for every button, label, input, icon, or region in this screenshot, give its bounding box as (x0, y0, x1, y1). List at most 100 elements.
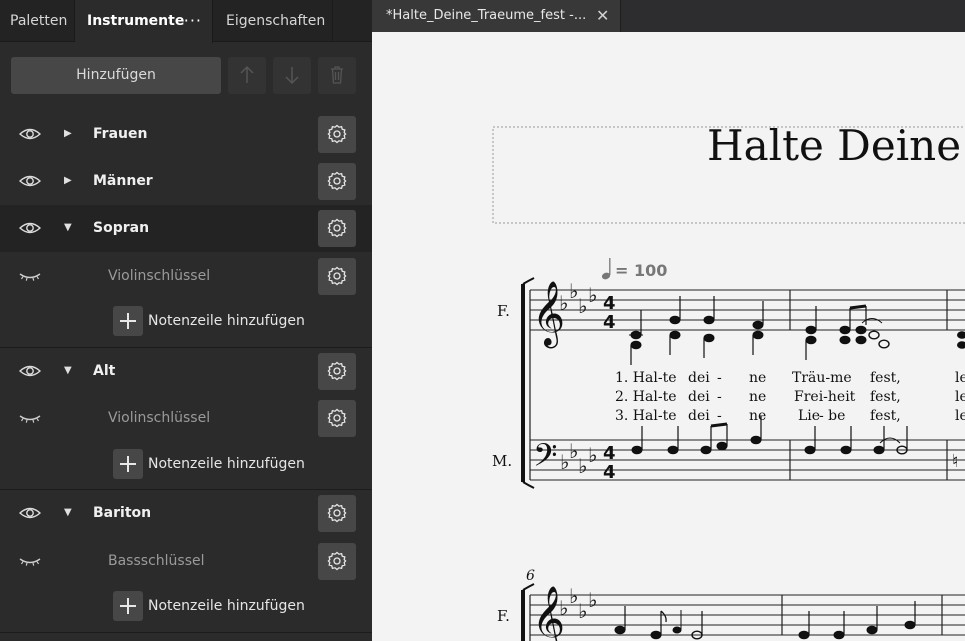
svg-text:ne: ne (749, 408, 766, 424)
eye-visible-icon[interactable] (19, 172, 41, 190)
panel-tab-bar: Paletten Instrumente ··· Eigenschaften (0, 0, 372, 43)
collapse-arrow-icon[interactable]: ▼ (64, 504, 72, 522)
gear-icon (327, 408, 347, 428)
plus-icon (113, 591, 143, 621)
instruments-toolbar: Hinzufügen (0, 42, 372, 108)
svg-text:♭: ♭ (578, 599, 587, 623)
instrument-name: Männer (93, 173, 153, 189)
svg-text:-: - (717, 408, 722, 424)
staff-settings-button[interactable] (318, 258, 356, 295)
staff-row-sopran-treble[interactable]: Violinschlüssel (0, 253, 372, 300)
instrument-name: Bariton (93, 505, 152, 521)
delete-button[interactable] (318, 57, 356, 94)
svg-text:4: 4 (603, 312, 616, 333)
instrument-name: Sopran (93, 220, 150, 236)
tab-instruments-label: Instrumente (87, 13, 185, 29)
svg-text:4: 4 (603, 443, 616, 464)
instrument-settings-button[interactable] (318, 116, 356, 153)
instrument-row-sopran[interactable]: ▼ Sopran (0, 205, 372, 252)
instrument-row-frauen[interactable]: ▶ Frauen (0, 111, 372, 158)
add-staff-row-sopran: Notenzeile hinzufügen (0, 300, 372, 347)
score-title[interactable]: Halte Deine T (707, 121, 965, 170)
score-page: Halte Deine T = 100 F. M. (492, 121, 965, 641)
notes-frauen-m2[interactable] (805, 304, 890, 360)
notes-frauen-m3[interactable] (957, 331, 965, 349)
svg-text:Träu-me: Träu-me (792, 370, 852, 386)
add-staff-row-alt: Notenzeile hinzufügen (0, 443, 372, 490)
time-signature[interactable]: 44 (603, 293, 616, 333)
eye-hidden-icon[interactable] (19, 552, 41, 570)
instrument-row-alt[interactable]: ▼ Alt (0, 348, 372, 395)
instrument-name: Frauen (93, 126, 148, 142)
add-staff-label: Notenzeile hinzufügen (148, 598, 305, 614)
staff-row-bariton-bass[interactable]: Bassschlüssel (0, 538, 372, 585)
svg-text:dei: dei (688, 408, 710, 424)
gear-icon (327, 218, 347, 238)
move-down-button[interactable] (273, 57, 311, 94)
svg-text:1. Hal-te: 1. Hal-te (615, 370, 676, 386)
collapse-arrow-icon[interactable]: ▼ (64, 219, 72, 237)
eye-visible-icon[interactable] (19, 125, 41, 143)
score-canvas[interactable]: Halte Deine T = 100 F. M. (372, 32, 965, 641)
collapse-arrow-icon[interactable]: ▼ (64, 362, 72, 380)
staff-name: Violinschlüssel (108, 268, 211, 284)
gear-icon (327, 361, 347, 381)
eye-visible-icon[interactable] (19, 362, 41, 380)
lyrics[interactable]: 1. Hal-te dei - ne Träu-me fest, le 2. H… (615, 370, 965, 424)
tempo-text: = 100 (615, 261, 667, 280)
score-tab-title: *Halte_Deine_Traeume_fest -... (386, 8, 587, 23)
svg-text:ne: ne (749, 389, 766, 405)
instrument-row-maenner[interactable]: ▶ Männer (0, 158, 372, 205)
add-staff-row-bariton: Notenzeile hinzufügen (0, 585, 372, 632)
instrument-settings-button[interactable] (318, 210, 356, 247)
eye-visible-icon[interactable] (19, 504, 41, 522)
staff-label-frauen[interactable]: F. (497, 302, 510, 320)
svg-text:4: 4 (603, 293, 616, 314)
instrument-settings-button[interactable] (318, 163, 356, 200)
close-icon[interactable]: ✕ (596, 0, 609, 31)
svg-text:le: le (955, 370, 965, 386)
svg-text:le: le (955, 389, 965, 405)
add-instrument-button[interactable]: Hinzufügen (11, 57, 221, 94)
move-up-button[interactable] (228, 57, 266, 94)
tab-palettes[interactable]: Paletten (0, 0, 75, 42)
gear-icon (327, 551, 347, 571)
plus-icon (113, 306, 143, 336)
svg-text:3. Hal-te: 3. Hal-te (615, 408, 676, 424)
eye-visible-icon[interactable] (19, 219, 41, 237)
staff-label-maenner[interactable]: M. (492, 452, 512, 470)
instrument-settings-button[interactable] (318, 353, 356, 390)
staff-settings-button[interactable] (318, 400, 356, 437)
score-tab[interactable]: *Halte_Deine_Traeume_fest -... ✕ (372, 0, 621, 32)
eye-hidden-icon[interactable] (19, 409, 41, 427)
trash-icon (331, 66, 343, 84)
svg-text:- be: - be (819, 408, 845, 424)
eye-hidden-icon[interactable] (19, 267, 41, 285)
gear-icon (327, 171, 347, 191)
staff-row-alt-treble[interactable]: Violinschlüssel (0, 395, 372, 442)
notes-frauen-2[interactable] (614, 601, 916, 640)
svg-text:♭: ♭ (588, 588, 597, 612)
instrument-settings-button[interactable] (318, 495, 356, 532)
more-options-icon[interactable]: ··· (184, 0, 202, 42)
time-signature-bass[interactable]: 44 (603, 443, 616, 483)
svg-text:♭: ♭ (559, 291, 568, 315)
tab-properties[interactable]: Eigenschaften (213, 0, 333, 42)
bass-clef[interactable]: 𝄢 (533, 437, 557, 481)
add-staff-label: Notenzeile hinzufügen (148, 313, 305, 329)
instrument-row-bariton[interactable]: ▼ Bariton (0, 490, 372, 537)
key-signature-bass[interactable]: ♭ ♭♭ ♭ (560, 439, 597, 478)
tempo-marking[interactable]: = 100 (601, 258, 667, 280)
gear-icon (327, 124, 347, 144)
tab-instruments[interactable]: Instrumente ··· (75, 0, 213, 43)
svg-text:le: le (955, 408, 965, 424)
measure-number[interactable]: 6 (526, 568, 535, 584)
svg-text:Frei-heit: Frei-heit (794, 389, 856, 405)
svg-text:2. Hal-te: 2. Hal-te (615, 389, 676, 405)
expand-arrow-icon[interactable]: ▶ (64, 172, 72, 190)
staff-label-frauen-2[interactable]: F. (497, 607, 510, 625)
staff-name: Violinschlüssel (108, 410, 211, 426)
staff-settings-button[interactable] (318, 543, 356, 580)
svg-text:Lie: Lie (798, 408, 820, 424)
expand-arrow-icon[interactable]: ▶ (64, 125, 72, 143)
